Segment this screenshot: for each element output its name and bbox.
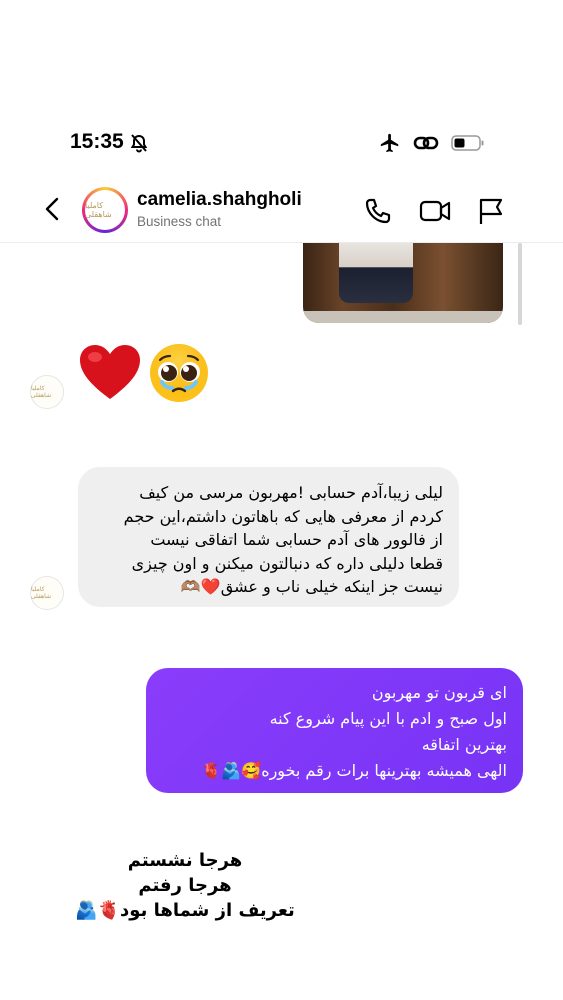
battery-icon [451, 134, 485, 152]
chat-header: کاملیا شاهقلی camelia.shahgholi Business… [0, 178, 563, 243]
back-arrow-icon[interactable] [40, 196, 66, 222]
caption-line: هرجا رفتم [138, 875, 232, 896]
bell-muted-icon [129, 133, 149, 153]
caption-line: تعریف از شماها بود🫀🫂 [75, 900, 295, 921]
message-line: الهی همیشه بهترینها برات رقم بخوره🥰🫂🫀 [201, 761, 507, 780]
outgoing-message[interactable]: ای قربون تو مهربون اول صبح و ادم با این … [146, 668, 523, 793]
sender-avatar[interactable]: کاملیا شاهقلی [30, 375, 64, 409]
message-line: از فالوور های آدم حسابی شما اتفاقی نیست [150, 530, 443, 549]
message-line: قطعا دلیلی داره که دنبالتون میکنن و اون … [131, 553, 443, 573]
photo-floor [303, 311, 503, 323]
chat-username[interactable]: camelia.shahgholi [137, 189, 302, 211]
message-line: اول صبح و ادم با این پیام شروع کنه [269, 709, 507, 728]
caption-line: هرجا نشستم [127, 850, 243, 871]
emoji-message[interactable] [78, 342, 210, 404]
scrollbar[interactable] [518, 243, 522, 325]
airplane-icon [379, 132, 401, 154]
sender-avatar[interactable]: کاملیا شاهقلی [30, 576, 64, 610]
message-line: کردم از معرفی هایی که باهاتون داشتم،این … [123, 506, 443, 526]
video-call-icon[interactable] [419, 196, 451, 226]
status-time: 15:35 [70, 130, 124, 153]
message-line: نیست جز اینکه خیلی ناب و عشق❤️🫶🏽 [180, 577, 443, 596]
avatar[interactable]: کاملیا شاهقلی [82, 187, 128, 233]
shared-photo[interactable] [303, 243, 503, 323]
phone-icon[interactable] [363, 196, 393, 226]
photo-subject [339, 243, 413, 303]
avatar-logo-text: کاملیا شاهقلی [85, 190, 125, 230]
message-line: لیلی زیبا،آدم حسابی !مهربون مرسی من کیف [139, 483, 443, 502]
message-line: بهترین اتفاقه [421, 735, 507, 754]
heart-icon [78, 343, 142, 403]
incoming-message[interactable]: لیلی زیبا،آدم حسابی !مهربون مرسی من کیف … [78, 467, 459, 607]
pleading-face-icon [148, 342, 210, 404]
story-caption: هرجا نشستم هرجا رفتم تعریف از شماها بود🫀… [70, 848, 300, 923]
flag-icon[interactable] [477, 196, 505, 226]
message-line: ای قربون تو مهربون [371, 683, 507, 702]
status-bar: 15:35 [0, 120, 563, 164]
chat-subtitle: Business chat [137, 214, 222, 229]
link-icon [413, 133, 439, 153]
